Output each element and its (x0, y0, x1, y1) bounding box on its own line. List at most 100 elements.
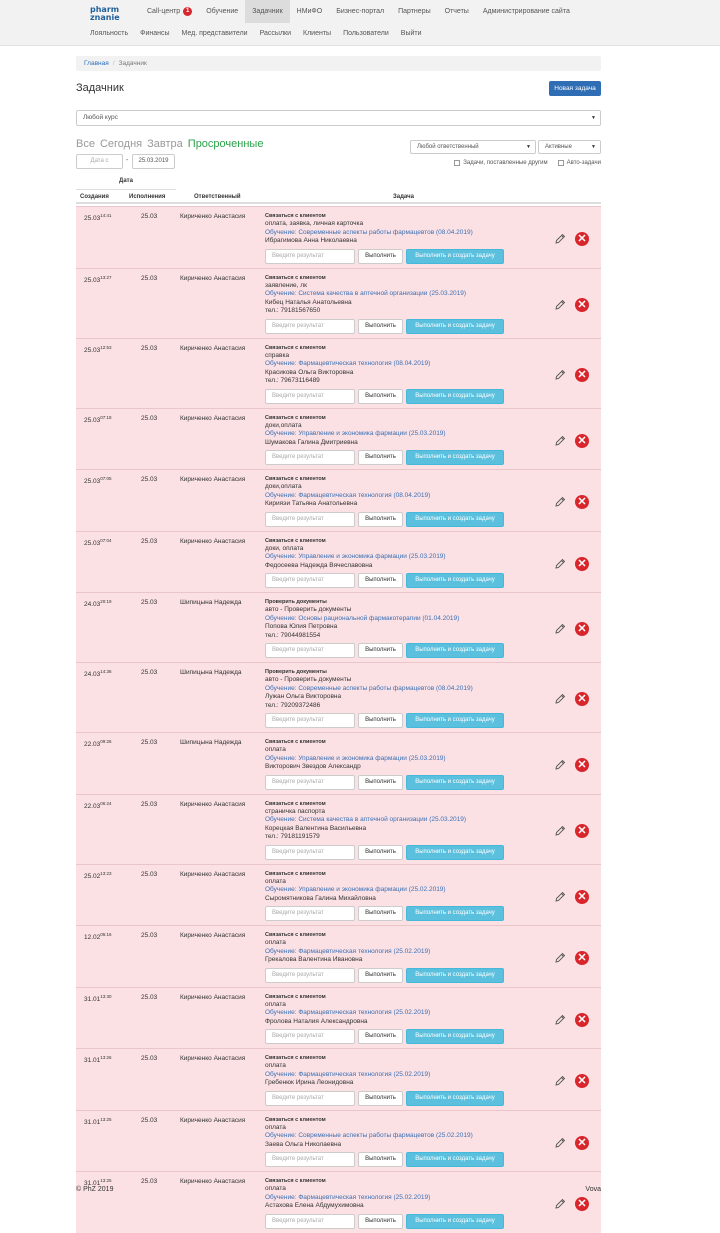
course-link[interactable]: Обучение: Система качества в аптечной ор… (265, 816, 535, 825)
complete-and-create-button[interactable]: Выполнить и создать задачу (406, 450, 504, 465)
complete-button[interactable]: Выполнить (358, 388, 403, 404)
delete-icon[interactable]: ✕ (575, 495, 589, 509)
nav-item[interactable]: Задачник (245, 0, 290, 23)
result-input[interactable]: Введите результат (265, 1213, 355, 1229)
nav-item[interactable]: Партнеры (391, 0, 438, 23)
subnav-item[interactable]: Выйти (395, 26, 428, 42)
delete-icon[interactable]: ✕ (575, 1135, 589, 1150)
pencil-icon[interactable] (554, 435, 566, 447)
result-input[interactable]: Введите результат (265, 1152, 355, 1167)
result-input[interactable]: Введите результат (265, 450, 355, 465)
pencil-icon[interactable] (554, 369, 566, 381)
delete-icon[interactable]: ✕ (575, 692, 589, 706)
result-input[interactable]: Введите результат (265, 774, 355, 790)
complete-button[interactable]: Выполнить (358, 1029, 403, 1044)
new-task-button[interactable]: Новая задача (549, 81, 601, 96)
delete-icon[interactable]: ✕ (575, 1012, 589, 1027)
pencil-icon[interactable] (554, 233, 566, 245)
complete-button[interactable]: Выполнить (358, 450, 403, 465)
pencil-icon[interactable] (554, 693, 566, 705)
complete-and-create-button[interactable]: Выполнить и создать задачу (406, 713, 504, 728)
delete-icon[interactable]: ✕ (575, 232, 589, 246)
complete-and-create-button[interactable]: Выполнить и создать задачу (406, 318, 504, 334)
course-link[interactable]: Обучение: Фармацевтическая технология (0… (265, 492, 535, 501)
nav-item[interactable]: Администрирование сайта (476, 0, 577, 23)
pharmznanie-logo[interactable]: pharm znanie (90, 6, 124, 22)
complete-button[interactable]: Выполнить (358, 774, 403, 790)
complete-and-create-button[interactable]: Выполнить и создать задачу (406, 1152, 504, 1167)
complete-and-create-button[interactable]: Выполнить и создать задачу (406, 844, 504, 860)
complete-button[interactable]: Выполнить (358, 643, 403, 658)
result-input[interactable]: Введите результат (265, 318, 355, 334)
nav-item[interactable]: Обучение (199, 0, 245, 23)
pencil-icon[interactable] (554, 952, 566, 964)
course-link[interactable]: Обучение: Фармацевтическая технология (2… (265, 1009, 535, 1018)
delete-icon[interactable]: ✕ (575, 951, 589, 965)
result-input[interactable]: Введите результат (265, 967, 355, 983)
course-link[interactable]: Обучение: Современные аспекты работы фар… (265, 1132, 535, 1141)
delete-icon[interactable]: ✕ (575, 823, 589, 838)
nav-item[interactable]: Отчеты (438, 0, 476, 23)
complete-button[interactable]: Выполнить (358, 1213, 403, 1229)
course-link[interactable]: Обучение: Управление и экономика фармаци… (265, 430, 535, 439)
delete-icon[interactable]: ✕ (575, 622, 589, 636)
complete-button[interactable]: Выполнить (358, 1090, 403, 1106)
complete-and-create-button[interactable]: Выполнить и создать задачу (406, 1029, 504, 1044)
course-link[interactable]: Обучение: Современные аспекты работы фар… (265, 229, 535, 238)
course-link[interactable]: Обучение: Система качества в аптечной ор… (265, 290, 535, 299)
pencil-icon[interactable] (554, 1137, 566, 1149)
complete-and-create-button[interactable]: Выполнить и создать задачу (406, 906, 504, 921)
pencil-icon[interactable] (554, 759, 566, 771)
course-link[interactable]: Обучение: Управление и экономика фармаци… (265, 886, 535, 895)
delete-icon[interactable]: ✕ (575, 1197, 589, 1211)
pencil-icon[interactable] (554, 891, 566, 903)
course-link[interactable]: Обучение: Управление и экономика фармаци… (265, 755, 535, 764)
complete-and-create-button[interactable]: Выполнить и создать задачу (406, 643, 504, 658)
complete-button[interactable]: Выполнить (358, 248, 403, 264)
filter-tab[interactable]: Сегодня (100, 138, 142, 150)
pencil-icon[interactable] (554, 1075, 566, 1087)
result-input[interactable]: Введите результат (265, 906, 355, 921)
checkbox-box[interactable] (454, 160, 461, 166)
auto-tasks-checkbox[interactable]: Авто-задачи (557, 160, 601, 166)
others-tasks-checkbox[interactable]: Задачи, поставленные другим (454, 160, 548, 166)
delete-icon[interactable]: ✕ (575, 889, 589, 904)
delete-icon[interactable]: ✕ (575, 758, 589, 772)
result-input[interactable]: Введите результат (265, 844, 355, 860)
complete-and-create-button[interactable]: Выполнить и создать задачу (406, 388, 504, 404)
course-link[interactable]: Обучение: Фармацевтическая технология (2… (265, 1194, 535, 1203)
pencil-icon[interactable] (554, 558, 566, 570)
pencil-icon[interactable] (554, 1014, 566, 1026)
course-link[interactable]: Обучение: Основы рациональной фармакотер… (265, 615, 535, 624)
subnav-item[interactable]: Клиенты (297, 26, 337, 42)
date-from-input[interactable]: Дата с (76, 154, 123, 169)
complete-button[interactable]: Выполнить (358, 844, 403, 860)
complete-button[interactable]: Выполнить (358, 713, 403, 728)
complete-and-create-button[interactable]: Выполнить и создать задачу (406, 1090, 504, 1106)
header-responsible[interactable]: Ответственный (194, 194, 241, 200)
complete-button[interactable]: Выполнить (358, 1152, 403, 1167)
course-link[interactable]: Обучение: Современные аспекты работы фар… (265, 685, 535, 694)
complete-and-create-button[interactable]: Выполнить и создать задачу (406, 573, 504, 588)
result-input[interactable]: Введите результат (265, 388, 355, 404)
result-input[interactable]: Введите результат (265, 1090, 355, 1106)
filter-tab[interactable]: Все (76, 138, 95, 150)
complete-and-create-button[interactable]: Выполнить и создать задачу (406, 511, 504, 527)
complete-and-create-button[interactable]: Выполнить и создать задачу (406, 774, 504, 790)
subnav-item[interactable]: Пользователи (337, 26, 395, 42)
course-link[interactable]: Обучение: Управление и экономика фармаци… (265, 553, 535, 562)
responsible-select[interactable]: Любой ответственный ▼ (410, 140, 536, 154)
pencil-icon[interactable] (554, 825, 566, 837)
date-to-input[interactable]: 25.03.2019 (132, 154, 175, 169)
status-select[interactable]: Активные ▼ (538, 140, 601, 154)
pencil-icon[interactable] (554, 623, 566, 635)
checkbox-box[interactable] (557, 160, 564, 166)
header-executed[interactable]: Исполнения (129, 194, 165, 200)
result-input[interactable]: Введите результат (265, 713, 355, 728)
complete-button[interactable]: Выполнить (358, 511, 403, 527)
complete-and-create-button[interactable]: Выполнить и создать задачу (406, 1213, 504, 1229)
delete-icon[interactable]: ✕ (575, 1074, 589, 1088)
filter-tab[interactable]: Завтра (147, 138, 183, 150)
result-input[interactable]: Введите результат (265, 511, 355, 527)
delete-icon[interactable]: ✕ (575, 367, 589, 382)
